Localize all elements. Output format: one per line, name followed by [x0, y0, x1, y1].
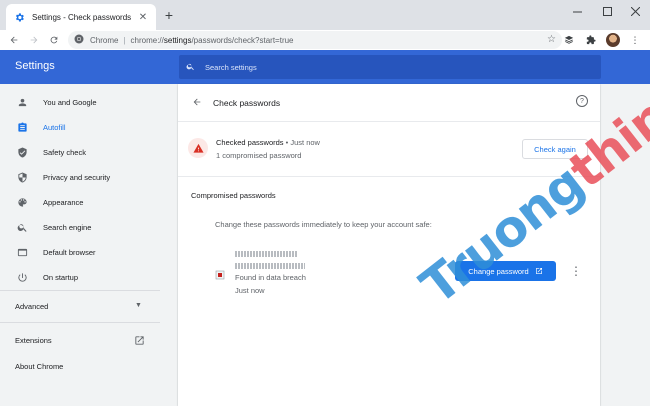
palette-icon — [16, 196, 28, 208]
sidebar-item-label: On startup — [43, 272, 79, 282]
extensions-label: Extensions — [15, 336, 52, 345]
open-in-new-icon — [535, 262, 543, 280]
sidebar-item-you-and-google[interactable]: You and Google — [0, 91, 160, 113]
sidebar-divider — [0, 322, 160, 323]
search-placeholder: Search settings — [205, 62, 257, 72]
sidebar-item-label: Appearance — [43, 197, 84, 207]
tab-title: Settings - Check passwords — [32, 12, 132, 22]
toolbar-actions: ⋮ — [562, 30, 642, 50]
redacted-username — [235, 263, 305, 269]
sidebar: You and Google Autofill Safety check Pri… — [0, 84, 160, 406]
more-vert-icon[interactable]: ⋮ — [570, 264, 582, 278]
close-icon[interactable]: ✕ — [136, 12, 150, 23]
search-input[interactable]: Search settings — [179, 55, 601, 79]
entry-time: Just now — [235, 286, 265, 295]
open-in-new-icon — [134, 335, 145, 348]
tab-strip: Settings - Check passwords ✕ + — [0, 0, 650, 30]
omnibox-site-name: Chrome — [90, 35, 119, 45]
gear-icon — [12, 10, 26, 24]
tab-settings[interactable]: Settings - Check passwords ✕ — [6, 4, 156, 30]
address-bar[interactable]: Chrome | chrome://settings/passwords/che… — [68, 31, 562, 49]
sidebar-extensions[interactable]: Extensions — [15, 336, 145, 345]
clipboard-icon — [16, 121, 28, 133]
new-tab-button[interactable]: + — [160, 6, 178, 24]
explanation-text: Change these passwords immediately to ke… — [215, 220, 432, 229]
sidebar-item-label: Search engine — [43, 222, 92, 232]
site-favicon-icon — [215, 267, 225, 280]
layers-extension-icon[interactable] — [562, 33, 576, 47]
omnibox-url: chrome://settings/passwords/check?start=… — [130, 35, 294, 45]
card-divider — [178, 121, 600, 122]
profile-avatar[interactable] — [606, 33, 620, 47]
maximize-icon[interactable] — [592, 0, 622, 22]
lock-shield-icon — [16, 171, 28, 183]
sidebar-item-label: Privacy and security — [43, 172, 111, 182]
shield-icon — [16, 146, 28, 158]
sidebar-item-appearance[interactable]: Appearance — [0, 191, 160, 213]
page-title: Check passwords — [213, 98, 281, 108]
chevron-down-icon: ▼ — [135, 302, 142, 309]
redacted-site — [235, 251, 297, 257]
browser-window: Settings - Check passwords ✕ + Chrome | … — [0, 0, 650, 406]
browser-toolbar: Chrome | chrome://settings/passwords/che… — [0, 30, 650, 50]
sidebar-item-safety-check[interactable]: Safety check — [0, 141, 160, 163]
person-icon — [16, 96, 28, 108]
more-vert-icon[interactable]: ⋮ — [628, 33, 642, 47]
sidebar-item-autofill[interactable]: Autofill — [0, 116, 160, 138]
settings-title: Settings — [15, 60, 55, 72]
sidebar-about-chrome[interactable]: About Chrome — [15, 362, 63, 371]
sidebar-item-search-engine[interactable]: Search engine — [0, 216, 160, 238]
back-arrow-icon[interactable] — [190, 95, 204, 109]
warning-icon — [188, 138, 208, 158]
omnibox-separator: | — [123, 35, 126, 45]
help-icon[interactable]: ? — [576, 95, 588, 107]
sidebar-item-privacy[interactable]: Privacy and security — [0, 166, 160, 188]
entry-reason: Found in data breach — [235, 273, 306, 282]
compromised-count: 1 compromised password — [216, 151, 302, 160]
section-title: Compromised passwords — [191, 191, 276, 200]
star-icon[interactable]: ☆ — [547, 34, 556, 45]
check-passwords-card: Check passwords ? Checked passwords • Ju… — [178, 84, 600, 406]
browser-icon — [16, 246, 28, 258]
back-arrow-icon[interactable] — [4, 30, 24, 50]
reload-icon[interactable] — [44, 30, 64, 50]
status-label: Checked passwords — [216, 138, 284, 147]
sidebar-item-on-startup[interactable]: On startup — [0, 266, 160, 288]
sidebar-divider — [0, 290, 160, 291]
search-icon — [16, 221, 28, 233]
puzzle-icon[interactable] — [584, 33, 598, 47]
settings-header: Settings Search settings — [0, 50, 650, 84]
chrome-logo-icon — [74, 31, 84, 49]
sidebar-item-label: Default browser — [43, 247, 96, 257]
advanced-label: Advanced — [15, 302, 49, 311]
sidebar-advanced[interactable]: Advanced ▼ — [15, 302, 145, 311]
status-time: • Just now — [285, 138, 320, 147]
sidebar-item-label: Autofill — [43, 122, 66, 132]
sidebar-item-label: Safety check — [43, 147, 86, 157]
forward-arrow-icon[interactable] — [24, 30, 44, 50]
minimize-icon[interactable] — [562, 0, 592, 22]
sidebar-item-default-browser[interactable]: Default browser — [0, 241, 160, 263]
sidebar-item-label: You and Google — [43, 97, 97, 107]
status-title: Checked passwords • Just now — [216, 138, 320, 147]
search-icon — [186, 58, 195, 76]
settings-main: You and Google Autofill Safety check Pri… — [0, 84, 650, 406]
power-icon — [16, 271, 28, 283]
window-close-icon[interactable] — [620, 0, 650, 22]
